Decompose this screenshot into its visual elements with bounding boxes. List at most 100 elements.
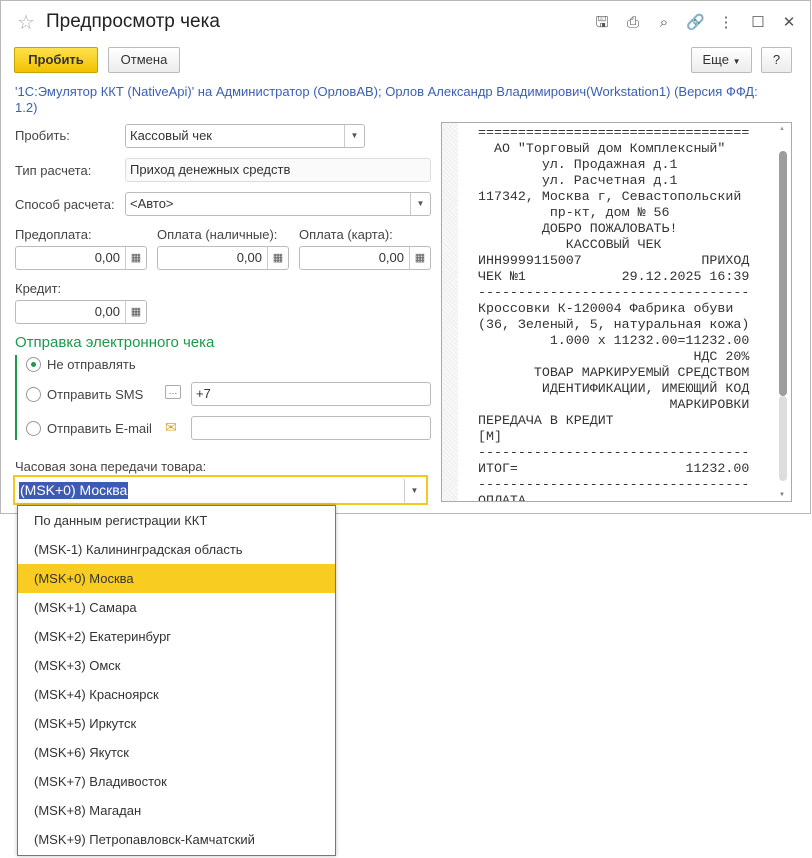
- receipt-line: КАССОВЫЙ ЧЕК: [478, 237, 662, 252]
- receipt-line: Кроссовки К-120004 Фабрика обуви: [478, 301, 734, 316]
- dropdown-option[interactable]: По данным регистрации ККТ: [18, 506, 335, 535]
- receipt-line: ----------------------------------: [478, 285, 750, 300]
- window-title: Предпросмотр чека: [46, 11, 220, 32]
- prepay-label: Предоплата:: [15, 227, 92, 242]
- dropdown-option[interactable]: (MSK+2) Екатеринбург: [18, 622, 335, 651]
- receipt-line: НДС 20%: [478, 349, 750, 364]
- card-value: 0,00: [378, 250, 404, 265]
- receipt-line: 117342, Москва г, Севастопольский: [478, 189, 742, 204]
- cancel-button[interactable]: Отмена: [108, 47, 180, 73]
- calculator-icon[interactable]: ▦: [409, 247, 430, 269]
- preview-icon[interactable]: ⌕: [655, 14, 673, 32]
- chevron-down-icon[interactable]: ▼: [344, 125, 364, 147]
- cash-label: Оплата (наличные):: [157, 227, 278, 242]
- dropdown-option[interactable]: (MSK+6) Якутск: [18, 738, 335, 767]
- timezone-dropdown-list: По данным регистрации ККТ (MSK-1) Калинин…: [17, 505, 336, 856]
- scrollbar-track[interactable]: [779, 396, 787, 481]
- receipt-line: ----------------------------------: [478, 477, 750, 492]
- receipt-line: ИТОГ= 11232.00: [478, 461, 750, 476]
- print-label: Пробить:: [15, 128, 70, 143]
- timezone-value: (MSK+0) Москва: [19, 482, 129, 499]
- more-label: Еще: [702, 52, 729, 67]
- dropdown-option[interactable]: (MSK+0) Москва: [18, 564, 335, 593]
- sms-icon[interactable]: …: [165, 385, 181, 399]
- receipt-margin: [442, 123, 458, 501]
- email-input[interactable]: [191, 416, 431, 440]
- chevron-down-icon[interactable]: ▼: [404, 479, 424, 503]
- receipt-text: ================================== АО "Т…: [478, 125, 750, 502]
- card-input[interactable]: 0,00 ▦: [299, 246, 431, 270]
- submit-button[interactable]: Пробить: [14, 47, 98, 73]
- card-label: Оплата (карта):: [299, 227, 393, 242]
- receipt-line: ==================================: [478, 125, 750, 140]
- prepay-value: 0,00: [94, 250, 120, 265]
- receipt-line: пр-кт, дом № 56: [478, 205, 670, 220]
- calculator-icon[interactable]: ▦: [267, 247, 288, 269]
- credit-value: 0,00: [94, 304, 120, 319]
- receipt-line: ТОВАР МАРКИРУЕМЫЙ СРЕДСТВОМ: [478, 365, 750, 380]
- calc-type-label: Тип расчета:: [15, 163, 92, 178]
- radio-sms-label: Отправить SMS: [47, 387, 144, 402]
- dropdown-option[interactable]: (MSK+8) Магадан: [18, 796, 335, 825]
- chevron-down-icon: ▼: [732, 57, 741, 66]
- dropdown-option[interactable]: (MSK+5) Иркутск: [18, 709, 335, 738]
- save-icon[interactable]: 🖫: [593, 14, 611, 32]
- receipt-line: МАРКИРОВКИ: [478, 397, 750, 412]
- link-icon[interactable]: 🔗: [686, 14, 705, 32]
- credit-label: Кредит:: [15, 281, 62, 296]
- device-info-link[interactable]: '1С:Эмулятор ККТ (NativeApi)' на Админис…: [15, 84, 775, 116]
- print-select[interactable]: Кассовый чек ▼: [125, 124, 365, 148]
- dropdown-option[interactable]: (MSK+7) Владивосток: [18, 767, 335, 796]
- receipt-line: ДОБРО ПОЖАЛОВАТЬ!: [478, 221, 678, 236]
- receipt-line: ул. Продажная д.1: [478, 157, 678, 172]
- dropdown-option[interactable]: (MSK+4) Красноярск: [18, 680, 335, 709]
- scrollbar-thumb[interactable]: [779, 151, 787, 396]
- radio-no-send-label: Не отправлять: [47, 357, 136, 372]
- dropdown-option[interactable]: (MSK+3) Омск: [18, 651, 335, 680]
- dropdown-option[interactable]: (MSK+1) Самара: [18, 593, 335, 622]
- more-icon[interactable]: ⋮: [717, 14, 735, 32]
- cash-input[interactable]: 0,00 ▦: [157, 246, 289, 270]
- timezone-label: Часовая зона передачи товара:: [15, 459, 207, 474]
- help-button[interactable]: ?: [761, 47, 792, 73]
- receipt-line: 1.000 x 11232.00=11232.00: [478, 333, 750, 348]
- receipt-line: [М]: [478, 429, 502, 444]
- method-select[interactable]: <Авто> ▼: [125, 192, 431, 216]
- receipt-line: ЧЕК №1 29.12.2025 16:39: [478, 269, 750, 284]
- calc-type-field: Приход денежных средств: [125, 158, 431, 182]
- receipt-line: ИДЕНТИФИКАЦИИ, ИМЕЮЩИЙ КОД: [478, 381, 750, 396]
- receipt-line: ПЕРЕДАЧА В КРЕДИТ: [478, 413, 614, 428]
- method-value: <Авто>: [130, 196, 174, 211]
- print-value: Кассовый чек: [130, 128, 212, 143]
- cash-value: 0,00: [236, 250, 262, 265]
- calculator-icon[interactable]: ▦: [125, 247, 146, 269]
- envelope-icon[interactable]: ✉: [165, 419, 177, 436]
- radio-no-send[interactable]: [26, 357, 41, 372]
- dialog-window: ☆ Предпросмотр чека 🖫 ⎙ ⌕ 🔗 ⋮ ☐ ✕ Пробит…: [0, 0, 811, 514]
- credit-input[interactable]: 0,00 ▦: [15, 300, 147, 324]
- prepay-input[interactable]: 0,00 ▦: [15, 246, 147, 270]
- maximize-icon[interactable]: ☐: [749, 14, 767, 32]
- sms-input[interactable]: +7: [191, 382, 431, 406]
- receipt-line: ул. Расчетная д.1: [478, 173, 678, 188]
- receipt-line: ----------------------------------: [478, 445, 750, 460]
- receipt-line: АО "Торговый дом Комплексный": [478, 141, 726, 156]
- dropdown-option[interactable]: (MSK+9) Петропавловск-Камчатский: [18, 825, 335, 854]
- more-button[interactable]: Еще ▼: [691, 47, 752, 73]
- print-icon[interactable]: ⎙: [624, 14, 642, 32]
- radio-email[interactable]: [26, 421, 41, 436]
- receipt-line: (36, Зеленый, 5, натуральная кожа): [478, 317, 750, 332]
- timezone-select[interactable]: (MSK+0) Москва ▼: [13, 475, 428, 505]
- receipt-preview: ================================== АО "Т…: [441, 122, 792, 502]
- receipt-line: ОПЛАТА: [478, 493, 526, 502]
- close-icon[interactable]: ✕: [780, 14, 798, 32]
- ereceipt-section-title: Отправка электронного чека: [15, 334, 215, 351]
- receipt-line: ИНН9999115007 ПРИХОД: [478, 253, 750, 268]
- star-icon[interactable]: ☆: [17, 10, 35, 35]
- radio-sms[interactable]: [26, 387, 41, 402]
- section-bar: [15, 355, 17, 440]
- calculator-icon[interactable]: ▦: [125, 301, 146, 323]
- method-label: Способ расчета:: [15, 197, 115, 212]
- dropdown-option[interactable]: (MSK-1) Калининградская область: [18, 535, 335, 564]
- chevron-down-icon[interactable]: ▼: [410, 193, 430, 215]
